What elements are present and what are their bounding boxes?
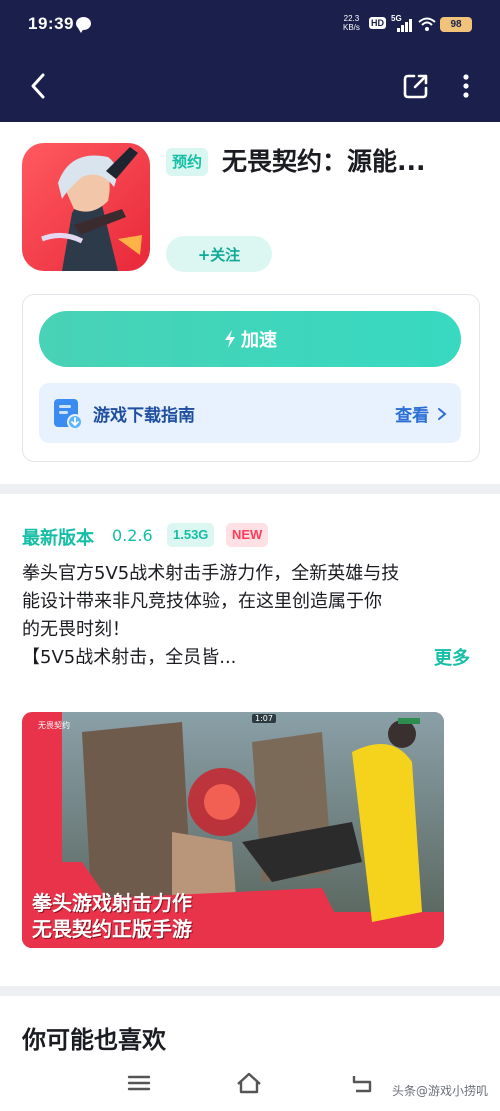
battery-icon: 98 xyxy=(440,17,472,32)
game-screenshot[interactable]: 无畏契约 1:07 拳头游戏射击力作 无畏契约正版手游 xyxy=(22,712,444,948)
size-badge: 1.53G xyxy=(167,523,215,547)
download-guide-row[interactable]: 游戏下载指南 查看 xyxy=(39,383,461,443)
screenshot-logo: 无畏契约 xyxy=(38,721,70,730)
lightning-icon xyxy=(225,330,235,348)
screenshot-caption-line: 拳头游戏射击力作 xyxy=(32,891,192,915)
back-button[interactable] xyxy=(20,68,56,104)
home-icon[interactable] xyxy=(234,1070,264,1096)
download-guide-label: 游戏下载指南 xyxy=(93,406,195,426)
screenshot-caption-line: 无畏契约正版手游 xyxy=(32,917,192,941)
app-icon[interactable] xyxy=(22,143,150,271)
follow-button[interactable]: +关注 xyxy=(166,236,272,272)
guide-view-label: 查看 xyxy=(395,406,430,426)
accelerate-button[interactable]: 加速 xyxy=(39,311,461,367)
accelerate-label: 加速 xyxy=(241,330,277,351)
share-button[interactable] xyxy=(398,68,434,104)
signal-icon: 5G xyxy=(391,14,415,34)
top-nav-bar xyxy=(0,50,500,122)
app-title: 无畏契约：源能... xyxy=(222,147,426,176)
network-speed: 22.3 KB/s xyxy=(343,14,360,32)
version-label: 最新版本 xyxy=(22,528,94,549)
recommend-title: 你可能也喜欢 xyxy=(22,1026,166,1054)
chevron-right-icon xyxy=(438,408,447,420)
share-external-icon xyxy=(403,74,428,99)
download-guide-icon xyxy=(54,399,83,430)
hd-icon: HD xyxy=(369,17,386,29)
new-badge: NEW xyxy=(226,523,269,547)
back-nav-icon[interactable] xyxy=(346,1070,376,1096)
app-icon-art xyxy=(22,143,150,271)
description-line: 的无畏时刻！ xyxy=(22,619,130,640)
wifi-icon xyxy=(418,17,436,31)
description-more-link[interactable]: 更多 xyxy=(434,644,470,670)
reserve-tag: 预约 xyxy=(166,148,209,176)
more-vertical-icon xyxy=(463,74,469,98)
network-speed-unit: KB/s xyxy=(343,23,360,32)
watermark: 头条@游戏小捞叽 xyxy=(392,1084,489,1098)
chat-notification-icon xyxy=(76,17,91,33)
description-line: 能设计带来非凡竞技体验，在这里创造属于你 xyxy=(22,591,382,612)
status-time: 19:39 xyxy=(28,14,74,33)
menu-icon[interactable] xyxy=(124,1070,154,1096)
version-number: 0.2.6 xyxy=(112,526,153,545)
chevron-left-icon xyxy=(31,73,45,99)
guide-view-link[interactable]: 查看 xyxy=(395,401,447,426)
screenshot-timer: 1:07 xyxy=(252,714,276,723)
status-bar: 19:39 22.3 KB/s HD 5G 98 xyxy=(0,0,500,50)
system-nav-bar: 头条@游戏小捞叽 xyxy=(0,1058,500,1111)
description: 拳头官方5V5战术射击手游力作，全新英雄与技 能设计带来非凡竞技体验，在这里创造… xyxy=(22,560,482,672)
more-menu-button[interactable] xyxy=(448,68,484,104)
description-line: 拳头官方5V5战术射击手游力作，全新英雄与技 xyxy=(22,563,400,584)
screenshot-caption: 拳头游戏射击力作 无畏契约正版手游 xyxy=(32,890,192,942)
network-speed-value: 22.3 xyxy=(343,14,360,23)
description-line: 【5V5战术射击，全员皆... xyxy=(22,647,237,668)
network-type: 5G xyxy=(391,14,402,23)
